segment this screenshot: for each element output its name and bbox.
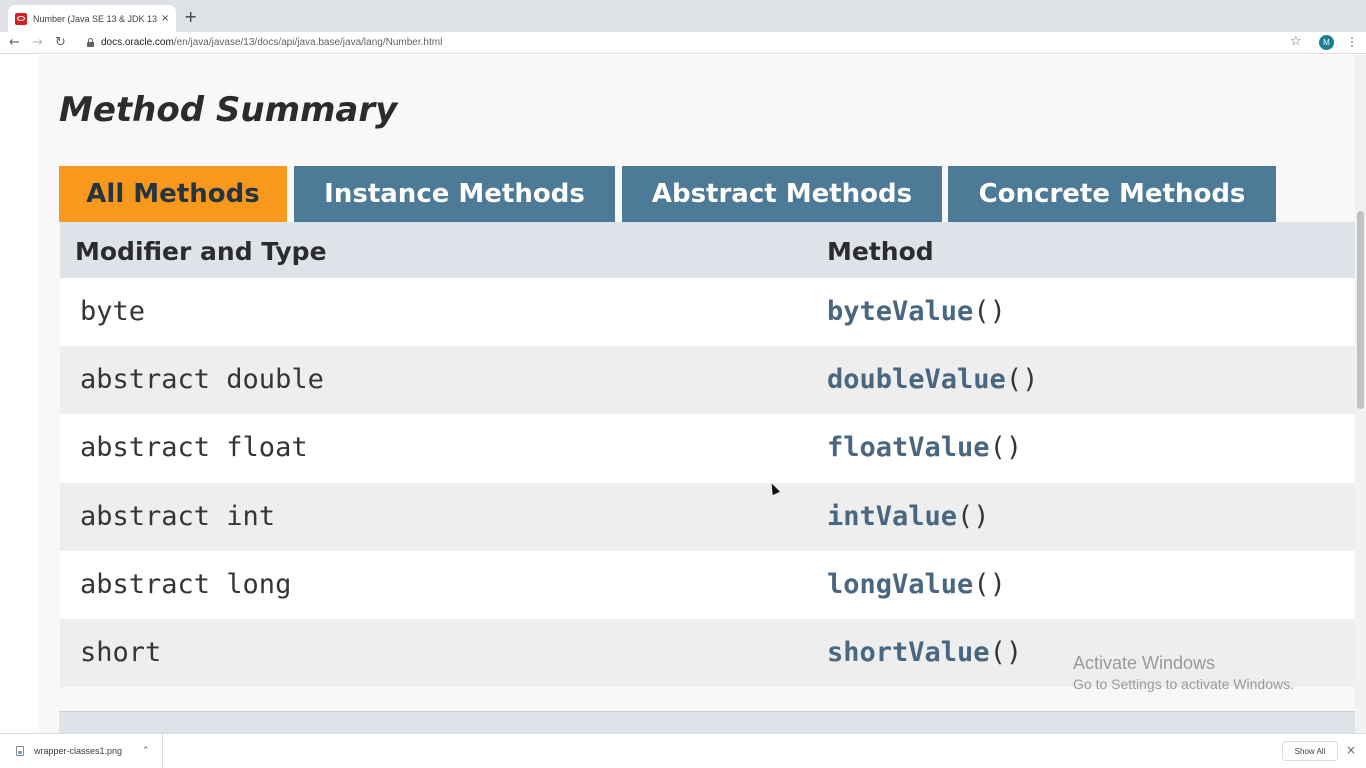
- url-host: docs.oracle.com: [101, 37, 174, 48]
- reload-icon[interactable]: ↻: [55, 34, 66, 52]
- profile-avatar[interactable]: M: [1319, 35, 1334, 50]
- method-parens: (): [989, 432, 1023, 464]
- method-cell: floatValue(): [827, 432, 1022, 463]
- download-file-name: wrapper-classes1.png: [34, 746, 123, 756]
- table-row: abstract long longValue(): [60, 550, 1355, 619]
- watermark-title: Activate Windows: [1073, 653, 1216, 673]
- method-parens: (): [1005, 364, 1039, 396]
- tab-abstract-methods[interactable]: Abstract Methods: [622, 166, 942, 222]
- method-parens: (): [973, 296, 1006, 327]
- modifier-type-cell: abstract int: [80, 500, 276, 532]
- download-item[interactable]: wrapper-classes1.png ⌃: [0, 734, 163, 768]
- next-section-header: [59, 711, 1355, 733]
- browser-toolbar: ← → ↻ docs.oracle.com/en/java/javase/13/…: [0, 32, 1366, 54]
- page-title: Method Summary: [59, 90, 398, 130]
- method-link-longvalue[interactable]: longValue: [827, 569, 973, 600]
- bookmark-star-icon[interactable]: ☆: [1290, 34, 1302, 50]
- modifier-type-cell: byte: [80, 296, 146, 327]
- page-viewport: Method Summary All Methods Instance Meth…: [0, 55, 1366, 733]
- url-path: /en/java/javase/13/docs/api/java.base/ja…: [173, 37, 443, 48]
- close-shelf-icon[interactable]: ×: [1346, 743, 1356, 757]
- method-summary-section: Method Summary All Methods Instance Meth…: [39, 55, 1355, 733]
- new-tab-button[interactable]: +: [184, 8, 197, 26]
- tab-title: Number (Java SE 13 & JDK 13 ): [33, 13, 157, 24]
- tab-close-icon[interactable]: ×: [161, 13, 169, 24]
- page-scrollbar[interactable]: [1355, 55, 1366, 733]
- show-all-button[interactable]: Show All: [1282, 741, 1338, 761]
- watermark-subtitle: Go to Settings to activate Windows.: [1073, 676, 1294, 692]
- method-cell: longValue(): [827, 569, 1006, 600]
- method-summary-table: Modifier and Type Method byte byteValue(…: [60, 222, 1355, 688]
- method-link-shortvalue[interactable]: shortValue: [827, 637, 990, 668]
- method-cell: shortValue(): [827, 637, 1022, 668]
- tab-all-methods[interactable]: All Methods: [59, 166, 287, 222]
- method-cell: doubleValue(): [827, 364, 1038, 395]
- activate-windows-watermark: Activate Windows Go to Settings to activ…: [1073, 652, 1294, 694]
- method-parens: (): [957, 500, 990, 532]
- browser-tabstrip: Number (Java SE 13 & JDK 13 ) × +: [0, 0, 1366, 32]
- modifier-type-cell: short: [80, 636, 162, 668]
- column-header-modifier: Modifier and Type: [75, 237, 327, 266]
- back-arrow-icon[interactable]: ←: [9, 34, 20, 52]
- table-row: abstract int intValue(): [60, 482, 1355, 551]
- chevron-up-icon[interactable]: ⌃: [142, 746, 150, 756]
- table-row: abstract double doubleValue(): [60, 346, 1355, 415]
- lock-icon: [86, 37, 95, 48]
- modifier-type-cell: abstract double: [80, 364, 324, 396]
- table-header-row: Modifier and Type Method: [60, 222, 1355, 278]
- image-file-icon: [16, 746, 24, 756]
- browser-menu-icon[interactable]: ⋮: [1346, 34, 1358, 50]
- table-row: abstract float floatValue(): [60, 414, 1355, 483]
- method-link-bytevalue[interactable]: byteValue: [827, 296, 973, 327]
- method-cell: byteValue(): [827, 296, 1006, 327]
- method-cell: intValue(): [827, 501, 990, 532]
- address-bar[interactable]: docs.oracle.com/en/java/javase/13/docs/a…: [80, 33, 1310, 52]
- method-parens: (): [989, 636, 1023, 668]
- method-link-doublevalue[interactable]: doubleValue: [827, 364, 1006, 395]
- table-row: byte byteValue(): [60, 278, 1355, 347]
- column-header-method: Method: [827, 237, 934, 266]
- tab-concrete-methods[interactable]: Concrete Methods: [948, 166, 1276, 222]
- method-parens: (): [973, 568, 1006, 600]
- tab-instance-methods[interactable]: Instance Methods: [294, 166, 615, 222]
- scrollbar-thumb[interactable]: [1357, 211, 1364, 409]
- method-link-intvalue[interactable]: intValue: [827, 501, 957, 532]
- modifier-type-cell: abstract float: [80, 432, 308, 464]
- browser-tab[interactable]: Number (Java SE 13 & JDK 13 ) ×: [8, 5, 176, 32]
- modifier-type-cell: abstract long: [80, 568, 292, 600]
- forward-arrow-icon[interactable]: →: [32, 34, 43, 52]
- oracle-favicon-icon: [15, 12, 27, 25]
- downloads-shelf: wrapper-classes1.png ⌃ Show All ×: [0, 733, 1366, 768]
- url-text[interactable]: docs.oracle.com/en/java/javase/13/docs/a…: [101, 37, 442, 48]
- method-link-floatvalue[interactable]: floatValue: [827, 432, 990, 463]
